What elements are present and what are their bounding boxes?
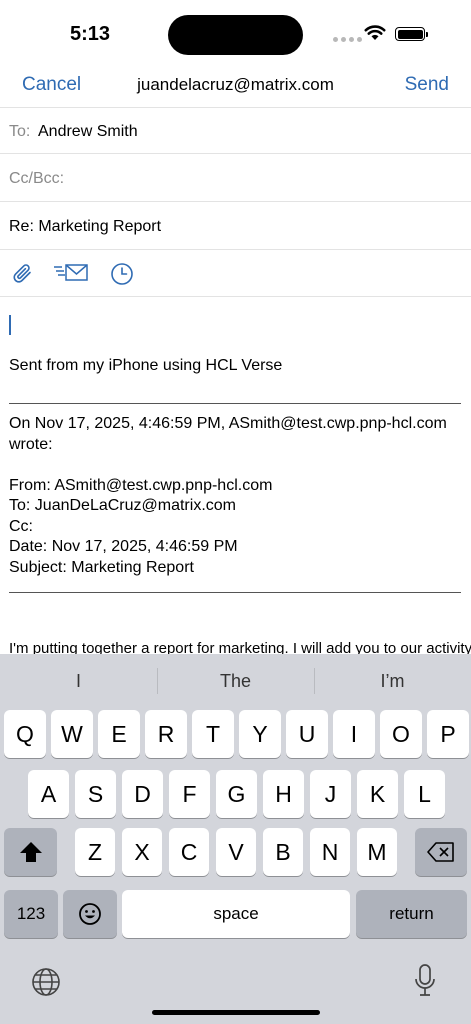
clock-icon[interactable] [110, 262, 134, 286]
quote-divider-top [9, 403, 461, 404]
key-n[interactable]: N [310, 828, 350, 876]
key-m[interactable]: M [357, 828, 397, 876]
status-time: 5:13 [70, 23, 111, 45]
shift-key[interactable] [4, 828, 57, 876]
key-c[interactable]: C [169, 828, 209, 876]
quoted-date: Date: Nov 17, 2025, 4:46:59 PM [9, 538, 238, 555]
quoted-to: To: JuanDeLaCruz@matrix.com [9, 497, 236, 514]
numbers-key[interactable]: 123 [4, 890, 58, 938]
to-label: To: [9, 123, 31, 140]
signature-text: Sent from my iPhone using HCL Verse [9, 357, 283, 374]
emoji-key[interactable] [63, 890, 117, 938]
key-z[interactable]: Z [75, 828, 115, 876]
key-p[interactable]: P [427, 710, 469, 758]
keyboard: I The I’m QWERTYUIOPASDFGHJKLZXCVBNM 123… [0, 654, 471, 1024]
cc-bcc-label: Cc/Bcc: [9, 170, 65, 187]
emoji-icon [79, 903, 101, 925]
key-g[interactable]: G [216, 770, 257, 818]
send-button[interactable]: Send [405, 74, 449, 96]
key-e[interactable]: E [98, 710, 140, 758]
status-bar: 5:13 [0, 0, 471, 66]
dynamic-island [168, 15, 303, 55]
message-body[interactable]: Sent from my iPhone using HCL Verse On N… [0, 298, 471, 654]
key-u[interactable]: U [286, 710, 328, 758]
key-f[interactable]: F [169, 770, 210, 818]
microphone-icon[interactable] [413, 964, 437, 998]
suggestion-3[interactable]: I’m [314, 671, 471, 692]
key-i[interactable]: I [333, 710, 375, 758]
signal-dots-icon [333, 37, 362, 42]
key-w[interactable]: W [51, 710, 93, 758]
key-x[interactable]: X [122, 828, 162, 876]
return-key[interactable]: return [356, 890, 467, 938]
key-k[interactable]: K [357, 770, 398, 818]
suggestion-2[interactable]: The [157, 671, 314, 692]
key-l[interactable]: L [404, 770, 445, 818]
quoted-from: From: ASmith@test.cwp.pnp-hcl.com [9, 477, 273, 494]
quoted-message: I'm putting together a report for market… [9, 640, 471, 654]
key-o[interactable]: O [380, 710, 422, 758]
sender-account-title: juandelacruz@matrix.com [137, 75, 334, 94]
key-r[interactable]: R [145, 710, 187, 758]
key-q[interactable]: Q [4, 710, 46, 758]
globe-icon[interactable] [31, 967, 61, 997]
quote-header-wrote: wrote: [9, 436, 53, 453]
to-field-row[interactable]: To: Andrew Smith [0, 107, 471, 154]
quoted-subject: Subject: Marketing Report [9, 559, 194, 576]
key-h[interactable]: H [263, 770, 304, 818]
quote-header: On Nov 17, 2025, 4:46:59 PM, ASmith@test… [9, 415, 447, 432]
text-cursor [9, 315, 11, 335]
delete-key[interactable] [415, 828, 467, 876]
key-y[interactable]: Y [239, 710, 281, 758]
subject-input[interactable]: Re: Marketing Report [9, 218, 161, 236]
wifi-icon [364, 25, 386, 40]
key-d[interactable]: D [122, 770, 163, 818]
battery-icon [395, 27, 428, 41]
space-key[interactable]: space [122, 890, 350, 938]
compose-toolbar [0, 250, 471, 297]
quote-divider-bottom [9, 592, 461, 593]
paperclip-icon[interactable] [11, 262, 35, 286]
home-indicator [152, 1010, 320, 1015]
cc-bcc-field-row[interactable]: Cc/Bcc: [0, 155, 471, 202]
suggestion-bar: I The I’m [0, 654, 471, 708]
subject-field-row[interactable]: Re: Marketing Report [0, 203, 471, 250]
priority-mail-icon[interactable] [53, 262, 89, 284]
suggestion-1[interactable]: I [0, 671, 157, 692]
to-recipient[interactable]: Andrew Smith [38, 123, 138, 141]
quoted-cc: Cc: [9, 518, 33, 535]
key-t[interactable]: T [192, 710, 234, 758]
key-v[interactable]: V [216, 828, 256, 876]
key-j[interactable]: J [310, 770, 351, 818]
key-a[interactable]: A [28, 770, 69, 818]
key-s[interactable]: S [75, 770, 116, 818]
shift-icon [19, 842, 42, 862]
backspace-icon [427, 842, 454, 862]
key-b[interactable]: B [263, 828, 303, 876]
compose-nav-bar: Cancel juandelacruz@matrix.com Send [0, 66, 471, 106]
